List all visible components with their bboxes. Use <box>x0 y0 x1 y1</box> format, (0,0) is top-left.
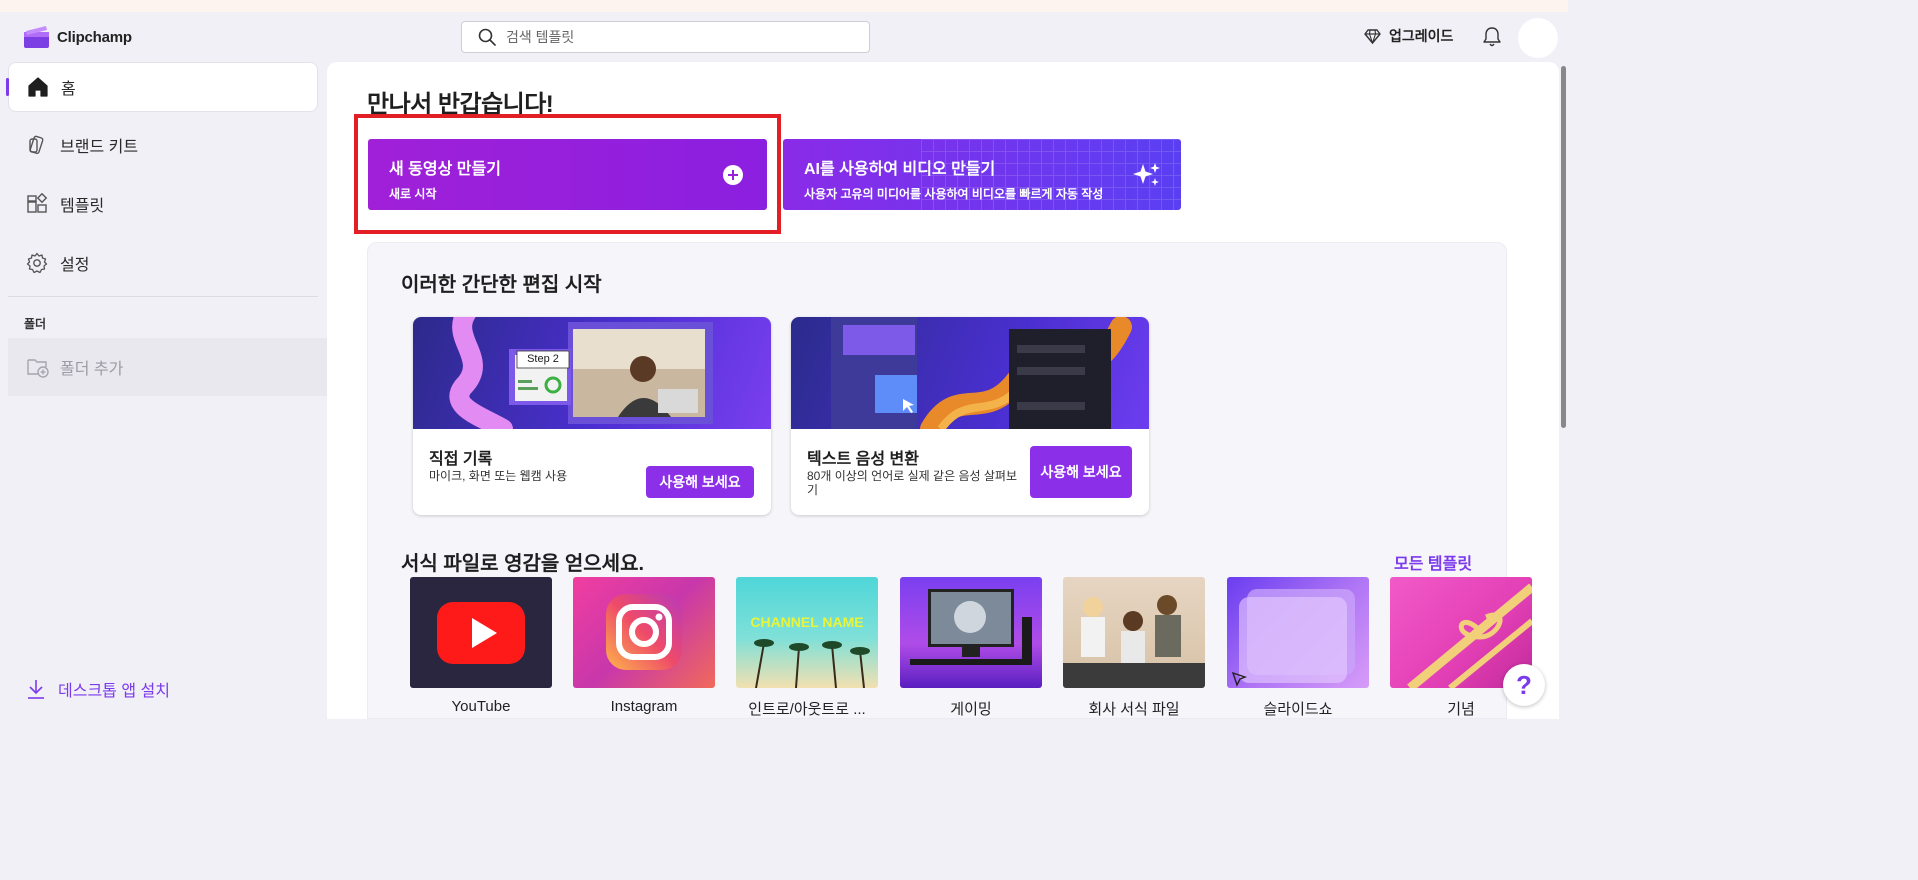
sidebar-item-brand-kit[interactable]: 브랜드 키트 <box>8 120 318 170</box>
sidebar-item-label: 템플릿 <box>60 198 105 215</box>
sidebar-divider <box>8 296 318 297</box>
tts-try-button[interactable]: 사용해 보세요 <box>1030 446 1132 498</box>
template-tile-gaming[interactable]: 게이밍 <box>900 577 1042 719</box>
search-box[interactable] <box>461 21 870 53</box>
create-ai-video-title: AI를 사용하여 비디오 만들기 <box>804 161 996 178</box>
channel-name-text: CHANNEL NAME <box>750 614 864 630</box>
tts-card-title: 텍스트 음성 변환 <box>807 451 919 468</box>
upgrade-label: 업그레이드 <box>1389 28 1454 44</box>
record-card-title: 직접 기록 <box>429 451 493 468</box>
intro-outro-thumbnail: CHANNEL NAME <box>736 577 878 688</box>
home-icon <box>28 77 48 97</box>
business-people-illustration <box>1063 595 1205 688</box>
app-name: Clipchamp <box>57 28 132 46</box>
vertical-scrollbar[interactable] <box>1559 62 1568 719</box>
create-new-video-subtitle: 새로 시작 <box>389 187 437 201</box>
sidebar-item-templates[interactable]: 템플릿 <box>8 179 318 229</box>
templates-icon <box>27 193 48 213</box>
add-folder-label: 폴더 추가 <box>60 361 124 378</box>
easy-edits-section: 이러한 간단한 편집 시작 Step 2 직접 기록 마이크, 화면 또는 웹캠… <box>367 242 1532 719</box>
template-label: 회사 서식 파일 <box>1088 701 1180 718</box>
record-illustration <box>449 317 713 429</box>
download-icon <box>28 680 44 699</box>
help-button[interactable]: ? <box>1503 664 1545 706</box>
create-ai-video-subtitle: 사용자 고유의 미디어를 사용하여 비디오를 빠르게 자동 작성 <box>804 187 1104 201</box>
clipchamp-logo-icon <box>24 26 49 48</box>
template-label: Instagram <box>610 698 678 715</box>
record-card[interactable]: Step 2 직접 기록 마이크, 화면 또는 웹캠 사용 사용해 보세요 <box>413 317 771 515</box>
scrollbar-thumb[interactable] <box>1561 66 1566 428</box>
top-strip <box>0 0 1568 12</box>
sidebar-item-label: 브랜드 키트 <box>60 139 139 156</box>
sidebar: 홈 브랜드 키트 템플릿 설정 폴더 폴더 추가 데스크톱 앱 설치 <box>0 62 327 719</box>
instagram-thumbnail <box>573 577 715 688</box>
create-new-video-title: 새 동영상 만들기 <box>389 161 501 178</box>
app-logo[interactable]: Clipchamp <box>24 26 132 48</box>
templates-section-title: 서식 파일로 영감을 얻으세요. <box>401 553 645 575</box>
bell-icon[interactable] <box>1482 26 1502 48</box>
plus-circle-icon <box>723 165 743 185</box>
youtube-thumbnail <box>410 577 552 688</box>
install-desktop-app-link[interactable]: 데스크톱 앱 설치 <box>26 677 170 701</box>
easy-edits-title: 이러한 간단한 편집 시작 <box>401 274 602 296</box>
tts-card-description: 80개 이상의 언어로 실제 같은 음성 살펴보기 <box>807 469 1017 497</box>
template-tile-youtube[interactable]: YouTube <box>410 577 552 715</box>
template-tile-intro-outro[interactable]: CHANNEL NAME 인트로/아웃트로 ... <box>736 577 878 719</box>
search-input[interactable] <box>506 29 846 45</box>
palm-trees-illustration <box>754 639 870 688</box>
youtube-logo-icon <box>437 602 525 664</box>
business-thumbnail <box>1063 577 1205 688</box>
sparkle-icon <box>1133 163 1160 186</box>
template-label: 슬라이드쇼 <box>1263 701 1333 718</box>
record-card-description: 마이크, 화면 또는 웹캠 사용 <box>429 469 568 483</box>
gaming-thumbnail <box>900 577 1042 688</box>
template-tile-instagram[interactable]: Instagram <box>573 577 715 715</box>
slideshow-illustration <box>1231 589 1355 687</box>
add-folder-icon <box>27 359 49 378</box>
template-label: YouTube <box>451 698 511 715</box>
record-try-button[interactable]: 사용해 보세요 <box>646 466 754 498</box>
avatar[interactable] <box>1518 18 1558 58</box>
folders-heading: 폴더 <box>24 317 47 331</box>
all-templates-link[interactable]: 모든 템플릿 <box>1394 550 1472 574</box>
add-folder-button[interactable]: 폴더 추가 <box>8 338 327 396</box>
instagram-logo-icon <box>606 594 682 670</box>
template-tile-business[interactable]: 회사 서식 파일 <box>1063 577 1205 719</box>
brand-kit-icon <box>29 135 44 155</box>
create-ai-video-button[interactable]: AI를 사용하여 비디오 만들기 사용자 고유의 미디어를 사용하여 비디오를 … <box>783 139 1181 210</box>
template-label: 인트로/아웃트로 ... <box>748 701 866 718</box>
tts-illustration <box>831 317 1132 429</box>
tts-card-image <box>791 317 1149 429</box>
sidebar-item-settings[interactable]: 설정 <box>8 238 318 288</box>
sidebar-item-label: 홈 <box>61 81 76 98</box>
upgrade-button[interactable]: 업그레이드 <box>1364 26 1453 46</box>
create-new-video-button[interactable]: 새 동영상 만들기 새로 시작 <box>368 139 767 210</box>
gaming-setup-illustration <box>910 589 1032 665</box>
step-caption: Step 2 <box>527 353 559 365</box>
top-bar: Clipchamp 업그레이드 <box>0 12 1568 62</box>
sidebar-item-home[interactable]: 홈 <box>6 62 318 112</box>
diamond-icon <box>1364 28 1381 44</box>
slideshow-thumbnail <box>1227 577 1369 688</box>
search-icon <box>478 28 496 46</box>
record-card-image: Step 2 <box>413 317 771 429</box>
gear-icon <box>26 252 48 274</box>
text-to-speech-card[interactable]: 텍스트 음성 변환 80개 이상의 언어로 실제 같은 음성 살펴보기 사용해 … <box>791 317 1149 515</box>
install-desktop-label: 데스크톱 앱 설치 <box>58 683 170 700</box>
template-label: 게이밍 <box>950 701 992 718</box>
main-content: 만나서 반갑습니다! 새 동영상 만들기 새로 시작 AI를 사용하여 비디오 … <box>327 62 1559 719</box>
template-tile-slideshow[interactable]: 슬라이드쇼 <box>1227 577 1369 719</box>
sidebar-item-label: 설정 <box>60 257 90 274</box>
